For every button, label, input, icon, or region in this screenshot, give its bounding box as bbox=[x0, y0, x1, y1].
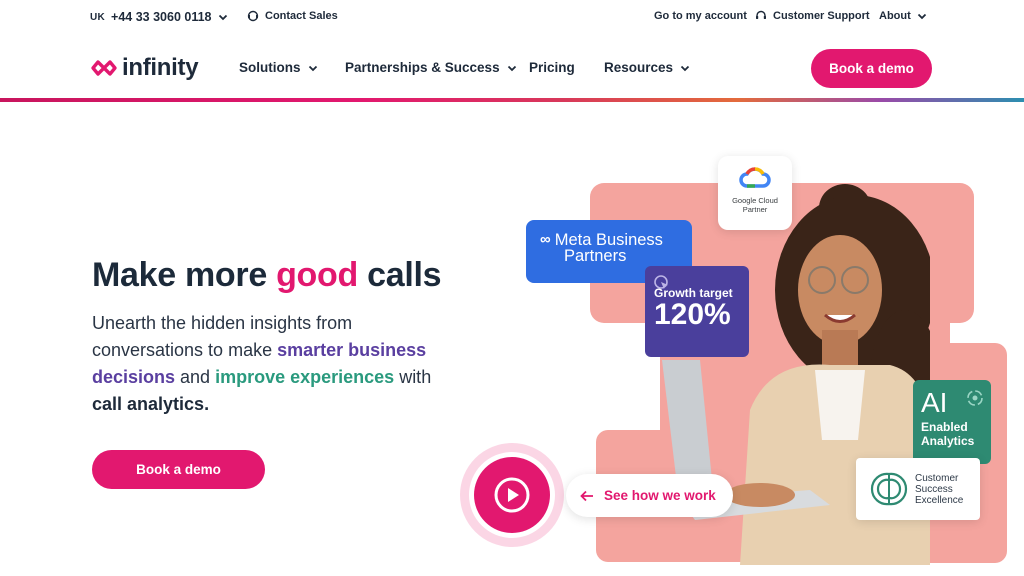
book-demo-hero-button[interactable]: Book a demo bbox=[92, 450, 265, 489]
cse-logo-icon bbox=[870, 472, 908, 506]
google-cloud-badge: Google Cloud Partner bbox=[718, 156, 792, 230]
gradient-divider bbox=[0, 98, 1024, 102]
customer-success-excellence-badge: Customer Success Excellence bbox=[856, 458, 980, 520]
headline-accent: good bbox=[276, 256, 358, 294]
cse-line2: Success bbox=[915, 483, 953, 495]
target-cursor-icon bbox=[654, 275, 668, 289]
headset-icon bbox=[756, 10, 766, 19]
hero-subtext: Unearth the hidden insights from convers… bbox=[92, 310, 442, 418]
nav-solutions[interactable]: Solutions bbox=[239, 60, 318, 75]
contact-sales-link[interactable]: Contact Sales bbox=[247, 10, 338, 22]
meta-line2: Partners bbox=[564, 247, 627, 265]
subtext-part: and bbox=[175, 367, 216, 387]
main-nav: infinity Solutions Partnerships & Succes… bbox=[0, 44, 1024, 96]
arrow-left-icon bbox=[580, 490, 593, 501]
google-cloud-line1: Google Cloud bbox=[732, 196, 778, 205]
chevron-down-icon bbox=[218, 14, 227, 21]
cse-line3: Excellence bbox=[915, 494, 964, 506]
google-cloud-icon bbox=[739, 167, 771, 188]
ai-line2: Analytics bbox=[921, 434, 975, 448]
chevron-down-icon bbox=[680, 65, 690, 71]
customer-support-link[interactable]: Customer Support bbox=[755, 10, 870, 22]
headline-part: calls bbox=[357, 256, 442, 294]
ai-enabled-analytics-badge: AI Enabled Analytics bbox=[913, 380, 991, 464]
see-how-we-work-label: See how we work bbox=[604, 488, 716, 503]
see-how-we-work-button[interactable]: See how we work bbox=[566, 474, 733, 517]
ai-line1: Enabled bbox=[921, 420, 968, 434]
headset-icon bbox=[247, 10, 259, 22]
nav-resources-label: Resources bbox=[604, 60, 674, 75]
play-icon bbox=[494, 477, 530, 513]
nav-partnerships[interactable]: Partnerships & Success bbox=[345, 60, 517, 75]
utility-bar: UK +44 33 3060 0118 Contact Sales Go to … bbox=[0, 0, 1024, 36]
nav-partnerships-label: Partnerships & Success bbox=[345, 60, 500, 75]
nav-resources[interactable]: Resources bbox=[604, 60, 690, 75]
google-cloud-line2: Partner bbox=[742, 205, 768, 214]
chevron-down-icon bbox=[507, 65, 516, 71]
hero-headline: Make more good calls bbox=[92, 256, 442, 295]
infinity-logo[interactable]: infinity bbox=[90, 54, 199, 82]
subtext-bold: call analytics. bbox=[92, 394, 210, 414]
meta-line1: Meta Business bbox=[554, 231, 663, 249]
chevron-down-icon bbox=[308, 65, 317, 71]
nav-pricing[interactable]: Pricing bbox=[529, 60, 575, 75]
phone-number[interactable]: +44 33 3060 0118 bbox=[111, 10, 211, 24]
chevron-down-icon bbox=[917, 13, 926, 20]
about-menu[interactable]: About bbox=[879, 10, 927, 22]
cse-line1: Customer bbox=[915, 472, 959, 484]
nav-pricing-label: Pricing bbox=[529, 60, 575, 75]
customer-support-label: Customer Support bbox=[773, 10, 870, 22]
ai-sync-icon bbox=[967, 390, 983, 406]
subtext-part: with bbox=[394, 367, 432, 387]
meta-infinity-icon: ∞ bbox=[540, 231, 551, 248]
logo-wordmark: infinity bbox=[122, 54, 199, 81]
about-label: About bbox=[879, 10, 911, 22]
book-demo-nav-button[interactable]: Book a demo bbox=[811, 49, 932, 88]
region-label: UK bbox=[90, 11, 106, 23]
contact-sales-label: Contact Sales bbox=[265, 10, 338, 22]
growth-target-badge: Growth target 120% bbox=[645, 266, 749, 357]
growth-value: 120% bbox=[654, 298, 731, 331]
account-link[interactable]: Go to my account bbox=[654, 10, 747, 22]
headline-part: Make more bbox=[92, 256, 277, 294]
phone-selector[interactable]: UK +44 33 3060 0118 bbox=[90, 10, 228, 24]
cse-text: Customer Success Excellence bbox=[915, 473, 963, 506]
infinity-logo-icon bbox=[91, 60, 117, 76]
account-label: Go to my account bbox=[654, 10, 747, 22]
nav-solutions-label: Solutions bbox=[239, 60, 301, 75]
play-video-button[interactable] bbox=[474, 457, 550, 533]
subtext-highlight-green: improve experiences bbox=[215, 367, 395, 387]
